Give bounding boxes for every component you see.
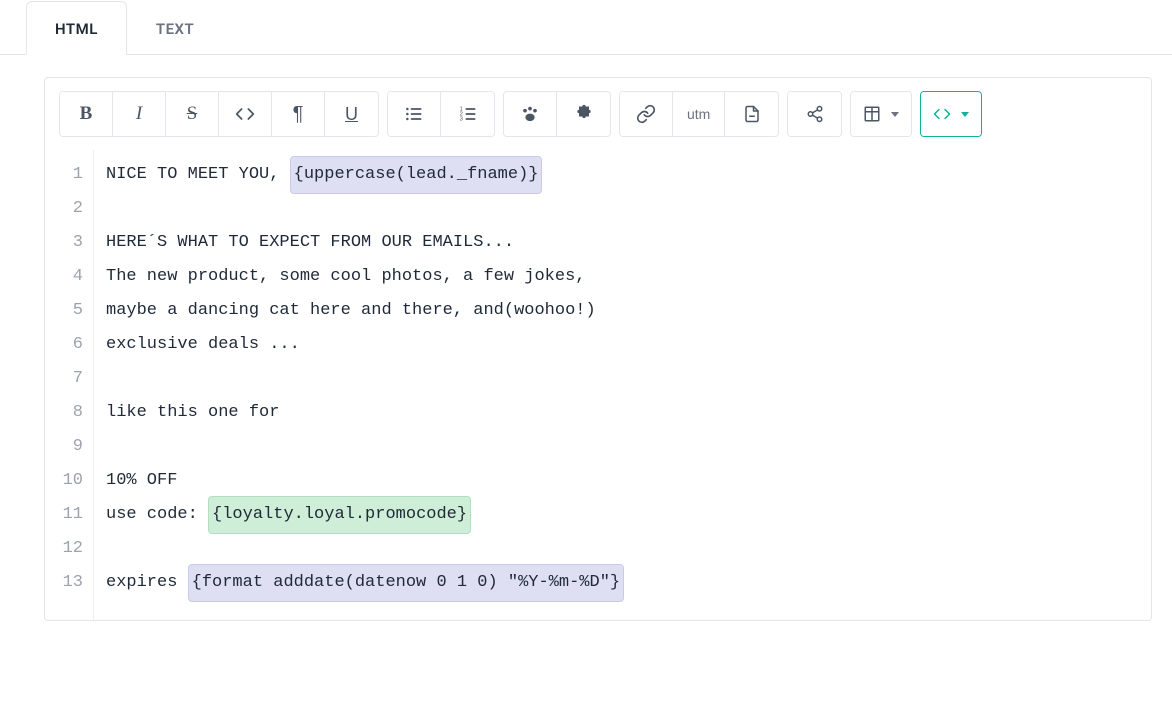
file-button[interactable] (725, 92, 778, 136)
share-button[interactable] (788, 92, 841, 136)
paragraph-button[interactable]: ¶ (272, 92, 325, 136)
code-text: exclusive deals ... (106, 328, 300, 362)
ordered-list-button[interactable]: 123 (441, 92, 494, 136)
group-share (787, 91, 842, 137)
chevron-down-icon (891, 112, 899, 117)
code-line[interactable] (106, 192, 1139, 226)
line-number: 12 (45, 532, 83, 566)
code-line[interactable]: HERE´S WHAT TO EXPECT FROM OUR EMAILS... (106, 226, 1139, 260)
template-token[interactable]: {format adddate(datenow 0 1 0) "%Y-%m-%D… (188, 564, 624, 602)
strikethrough-button[interactable]: S (166, 92, 219, 136)
utm-button[interactable]: utm (673, 92, 725, 136)
group-text-format: B I S ¶ U (59, 91, 379, 137)
code-line[interactable]: like this one for (106, 396, 1139, 430)
code-editor[interactable]: 1 2 3 4 5 6 7 8 9 10 11 12 13 NICE TO ME… (45, 150, 1151, 620)
line-number: 11 (45, 498, 83, 532)
code-line[interactable]: 10% OFF (106, 464, 1139, 498)
code-line[interactable]: exclusive deals ... (106, 328, 1139, 362)
line-number: 2 (45, 192, 83, 226)
editor-tabs: HTML TEXT (0, 0, 1172, 55)
bold-icon: B (80, 103, 93, 125)
code-text: expires (106, 566, 188, 600)
ordered-list-icon: 123 (458, 104, 478, 124)
line-number: 1 (45, 158, 83, 192)
bold-button[interactable]: B (60, 92, 113, 136)
group-link: utm (619, 91, 779, 137)
group-variables (503, 91, 611, 137)
template-token[interactable]: {uppercase(lead._fname)} (290, 156, 543, 194)
code-text: NICE TO MEET YOU, (106, 158, 290, 192)
editor-panel: B I S ¶ U (44, 77, 1152, 621)
line-number: 5 (45, 294, 83, 328)
code-content[interactable]: NICE TO MEET YOU, {uppercase(lead._fname… (93, 150, 1151, 620)
code-line[interactable] (106, 532, 1139, 566)
code-line[interactable]: maybe a dancing cat here and there, and(… (106, 294, 1139, 328)
paw-icon (520, 104, 540, 124)
code-text: The new product, some cool photos, a few… (106, 260, 585, 294)
line-gutter: 1 2 3 4 5 6 7 8 9 10 11 12 13 (45, 150, 93, 620)
code-inline-button[interactable] (219, 92, 272, 136)
link-button[interactable] (620, 92, 673, 136)
line-number: 9 (45, 430, 83, 464)
source-code-button[interactable] (921, 92, 981, 136)
file-icon (743, 105, 761, 123)
line-number: 6 (45, 328, 83, 362)
toolbar: B I S ¶ U (45, 78, 1151, 150)
line-number: 3 (45, 226, 83, 260)
italic-icon: I (136, 103, 142, 125)
code-icon (235, 104, 255, 124)
code-line[interactable] (106, 362, 1139, 396)
chevron-down-icon (961, 112, 969, 117)
template-token[interactable]: {loyalty.loyal.promocode} (208, 496, 471, 534)
group-table (850, 91, 912, 137)
underline-button[interactable]: U (325, 92, 378, 136)
puzzle-button[interactable] (557, 92, 610, 136)
code-text: like this one for (106, 396, 279, 430)
editor-wrap: B I S ¶ U (0, 55, 1172, 641)
code-text: maybe a dancing cat here and there, and(… (106, 294, 596, 328)
bullet-list-button[interactable] (388, 92, 441, 136)
strikethrough-icon: S (187, 103, 198, 125)
line-number: 7 (45, 362, 83, 396)
line-number: 10 (45, 464, 83, 498)
line-number: 4 (45, 260, 83, 294)
group-source (920, 91, 982, 137)
puzzle-icon (574, 104, 594, 124)
share-icon (806, 105, 824, 123)
group-lists: 123 (387, 91, 495, 137)
bullet-list-icon (404, 104, 424, 124)
code-text: HERE´S WHAT TO EXPECT FROM OUR EMAILS... (106, 226, 514, 260)
paw-button[interactable] (504, 92, 557, 136)
code-line[interactable] (106, 430, 1139, 464)
line-number: 8 (45, 396, 83, 430)
code-line[interactable]: use code: {loyalty.loyal.promocode} (106, 498, 1139, 532)
code-line[interactable]: NICE TO MEET YOU, {uppercase(lead._fname… (106, 158, 1139, 192)
tab-html[interactable]: HTML (26, 1, 127, 55)
pilcrow-icon: ¶ (293, 103, 304, 126)
italic-button[interactable]: I (113, 92, 166, 136)
code-line[interactable]: expires {format adddate(datenow 0 1 0) "… (106, 566, 1139, 600)
link-icon (636, 104, 656, 124)
code-icon (933, 105, 951, 123)
table-icon (863, 105, 881, 123)
code-line[interactable]: The new product, some cool photos, a few… (106, 260, 1139, 294)
code-text: 10% OFF (106, 464, 177, 498)
svg-text:3: 3 (459, 117, 462, 123)
code-text: use code: (106, 498, 208, 532)
underline-icon: U (345, 104, 358, 125)
line-number: 13 (45, 566, 83, 600)
table-button[interactable] (851, 92, 911, 136)
tab-text[interactable]: TEXT (127, 1, 223, 55)
